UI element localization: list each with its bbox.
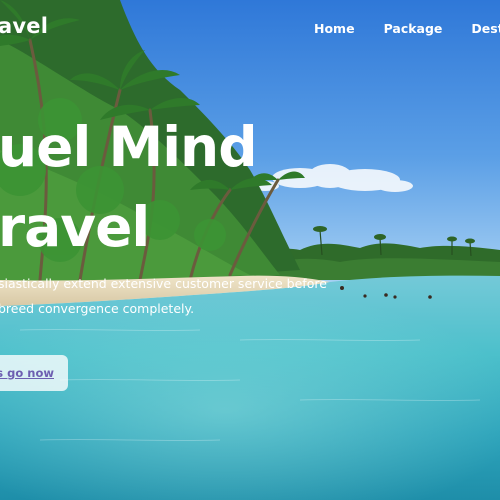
nav-package-link[interactable]: Package	[384, 21, 443, 36]
nav-home-link[interactable]: Home	[314, 21, 355, 36]
brand-logo[interactable]: avel	[0, 14, 48, 38]
hero-subtitle-line-1: siastically extend extensive customer se…	[0, 276, 327, 291]
hero-subtitle-line-2: breed convergence completely.	[0, 301, 195, 316]
nav-destination-link[interactable]: Destin	[471, 21, 500, 36]
hero-section: avel Home Package Destin uel Mind ravel …	[0, 0, 500, 500]
hero-title-line-2: ravel	[0, 195, 150, 259]
hero-title-line-1: uel Mind	[0, 115, 258, 179]
top-navigation: Home Package Destin	[314, 21, 500, 36]
lets-go-now-button[interactable]: t's go now	[0, 355, 68, 391]
